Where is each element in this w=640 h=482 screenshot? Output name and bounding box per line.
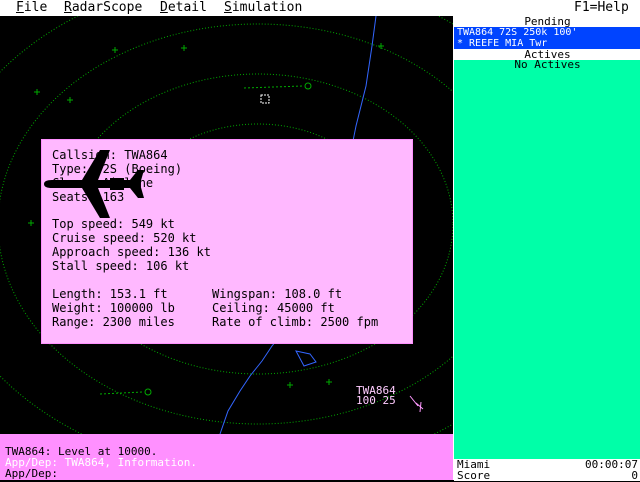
info-length: Length: 153.1 ft [52,287,168,301]
no-actives-text: No Actives [514,58,581,71]
menu-radarscope-hotkey: R [64,0,72,15]
info-wingspan: Wingspan: 108.0 ft [212,287,343,301]
info-ceiling: Ceiling: 45000 ft [212,301,335,315]
target-data-block[interactable]: 100 25 [356,395,396,406]
menu-detail[interactable]: Detail [160,0,207,16]
menu-detail-hotkey: D [160,0,168,15]
menu-help[interactable]: F1=Help [574,0,629,16]
info-weight: Weight: 100000 lb [52,301,175,315]
message-area: TWA864: Level at 10000. App/Dep: TWA864,… [0,434,453,480]
info-range: Range: 2300 miles [52,315,175,329]
radar-scope[interactable]: TWA864 100 25 Callsign: TWA864 Type: 72S… [0,16,453,434]
info-approach-speed: Approach speed: 136 kt [52,245,211,259]
airplane-silhouette-icon [44,150,144,218]
menu-file-label: ile [23,0,48,15]
info-stall-speed: Stall speed: 106 kt [52,259,190,273]
sim-clock: 00:00:07 [585,458,638,471]
pending-header: Pending [454,16,640,27]
menu-simulation[interactable]: Simulation [224,0,302,16]
menu-bar: File RadarScope Detail Simulation F1=Hel… [0,0,640,16]
score-label: Score [457,469,491,482]
pending-flight-strip[interactable]: TWA864 72S 250k 100' * REEFE MIA Twr [454,27,640,49]
status-row-score: Score 0 [454,470,640,481]
info-rate-of-climb: Rate of climb: 2500 fpm [212,315,379,329]
aircraft-blip-icon[interactable] [409,395,424,413]
strip-panel: Pending TWA864 72S 250k 100' * REEFE MIA… [453,16,640,481]
menu-detail-label: etail [167,0,207,15]
menu-simulation-hotkey: S [224,0,232,15]
menu-file[interactable]: File [16,0,47,16]
target-cursor-icon[interactable] [260,94,270,104]
pending-strip-line-1: TWA864 72S 250k 100' [457,27,578,38]
menu-file-hotkey: F [16,0,24,15]
score-value: 0 [631,469,638,482]
menu-simulation-label: imulation [231,0,303,15]
aircraft-info-dialog[interactable]: Callsign: TWA864 Type: 72S (Boeing) Clas… [42,140,412,343]
menu-radarscope-label: adarScope [71,0,143,15]
command-prompt[interactable]: App/Dep: [5,468,58,479]
menu-radarscope[interactable]: RadarScope [64,0,142,16]
